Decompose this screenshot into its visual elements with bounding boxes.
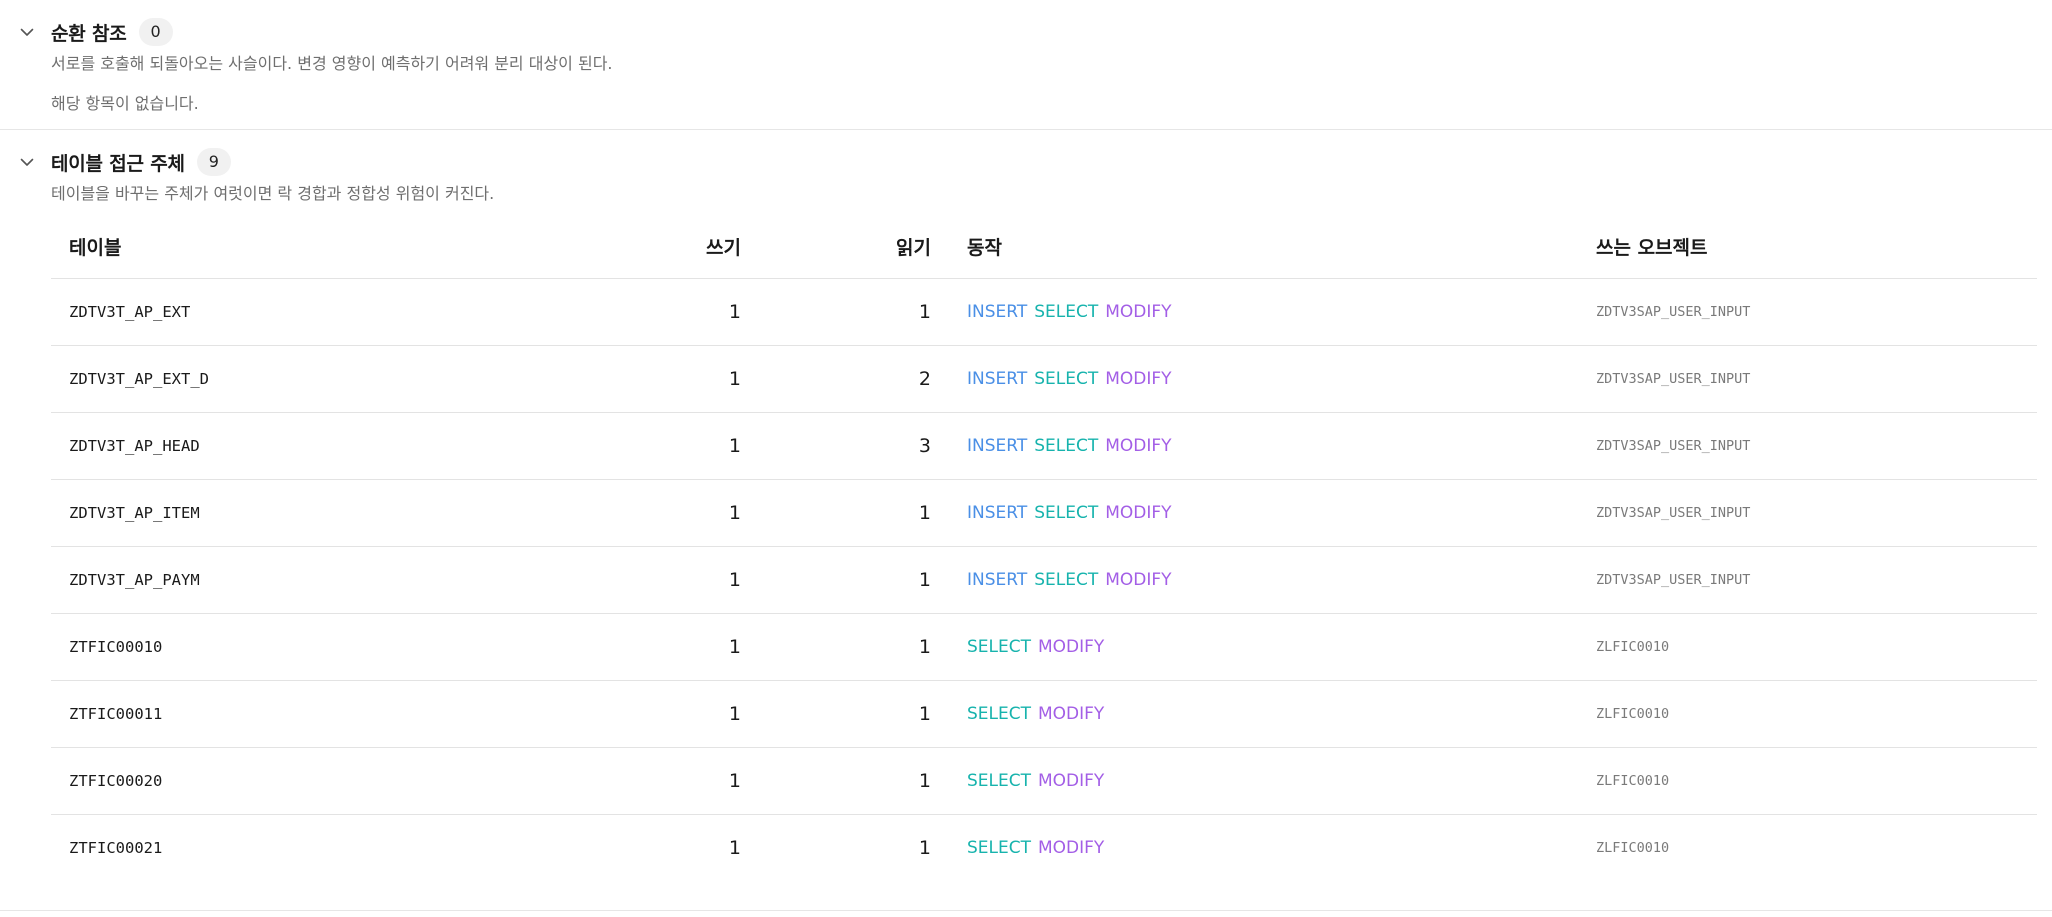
action-tag-modify: MODIFY — [1105, 570, 1172, 590]
action-tag-insert: INSERT — [967, 436, 1028, 456]
writer-object-cell: ZDTV3SAP_USER_INPUT — [1578, 412, 2037, 480]
table-row[interactable]: ZDTV3T_AP_EXT 1 1 INSERT SELECT MODIFY ZDTV3SA… — [51, 278, 2037, 346]
action-tag-modify: MODIFY — [1105, 302, 1172, 322]
write-count-cell: 1 — [569, 345, 759, 413]
actions-cell: INSERT SELECT MODIFY — [949, 412, 1578, 480]
write-count-cell: 1 — [569, 412, 759, 480]
read-count-cell: 1 — [759, 278, 949, 346]
read-count-cell: 1 — [759, 613, 949, 681]
chevron-down-icon[interactable] — [17, 22, 37, 42]
action-tag-modify: MODIFY — [1038, 771, 1105, 791]
actions-cell: SELECT MODIFY — [949, 747, 1578, 815]
read-count-cell: 1 — [759, 479, 949, 547]
table-row[interactable]: ZTFIC00011 1 1 SELECT MODIFY ZLFIC0010 — [51, 680, 2037, 748]
table-name-cell: ZDTV3T_AP_PAYM — [51, 546, 569, 614]
writer-object-cell: ZDTV3SAP_USER_INPUT — [1578, 345, 2037, 413]
write-count-cell: 1 — [569, 613, 759, 681]
table-name-cell: ZDTV3T_AP_HEAD — [51, 412, 569, 480]
action-tag-select: SELECT — [967, 637, 1031, 657]
header-table: 테이블 — [51, 214, 569, 279]
write-count-cell: 1 — [728, 837, 741, 859]
read-count-cell: 1 — [759, 546, 949, 614]
actions-cell: SELECT MODIFY — [949, 680, 1578, 748]
action-tag-insert: INSERT — [967, 302, 1028, 322]
table-row[interactable]: ZDTV3T_AP_ITEM 1 1 INSERT SELECT MODIFY ZDTV3S… — [51, 479, 2037, 547]
table-name-cell: ZDTV3T_AP_EXT — [51, 278, 569, 346]
read-count-cell: 2 — [759, 345, 949, 413]
table-name-cell: ZTFIC00011 — [51, 680, 569, 748]
circular-reference-section: 순환 참조 0 서로를 호출해 되돌아오는 사슬이다. 변경 영향이 예측하기 … — [0, 0, 2052, 130]
header-writers: 쓰는 오브젝트 — [1578, 214, 2037, 279]
read-count-cell: 3 — [759, 412, 949, 480]
table-row[interactable]: ZTFIC00021 1 1 SELECT MODIFY ZLFIC0010 — [51, 815, 2037, 882]
read-count-cell: 1 — [918, 837, 931, 859]
actions-cell: INSERT SELECT MODIFY — [949, 546, 1578, 614]
table-row[interactable]: ZDTV3T_AP_EXT_D 1 2 INSERT SELECT MODIFY ZDTV3… — [51, 345, 2037, 413]
action-tag-modify: MODIFY — [1105, 503, 1172, 523]
section-title: 테이블 접근 주체 — [51, 152, 185, 175]
writer-object-cell: ZDTV3SAP_USER_INPUT — [1578, 479, 2037, 547]
read-count-cell: 1 — [759, 747, 949, 815]
action-tag-modify: MODIFY — [1105, 369, 1172, 389]
header-read: 읽기 — [759, 214, 949, 279]
actions-cell: SELECT MODIFY — [949, 613, 1578, 681]
writer-object-cell: ZDTV3SAP_USER_INPUT — [1578, 278, 2037, 346]
table-access-header[interactable]: 테이블 접근 주체 9 — [0, 130, 2052, 176]
table-name-cell: ZTFIC00021 — [69, 839, 163, 857]
writer-object-cell: ZLFIC0010 — [1578, 680, 2037, 748]
action-tag-modify: MODIFY — [1038, 637, 1105, 657]
write-count-cell: 1 — [569, 479, 759, 547]
count-badge: 0 — [138, 18, 173, 46]
empty-state-text: 해당 항목이 없습니다. — [51, 94, 199, 113]
action-tag-modify: MODIFY — [1038, 838, 1105, 858]
table-access-section: 테이블 접근 주체 9 테이블을 바꾸는 주체가 여럿이면 락 경합과 정합성 … — [0, 130, 2052, 911]
write-count-cell: 1 — [569, 747, 759, 815]
writer-object-cell: ZLFIC0010 — [1578, 747, 2037, 815]
count-badge: 9 — [196, 148, 231, 176]
chevron-down-icon[interactable] — [17, 152, 37, 172]
table-header-row: 테이블 쓰기 읽기 동작 쓰는 오브젝트 — [51, 214, 2037, 279]
action-tag-select: SELECT — [967, 838, 1031, 858]
action-tag-insert: INSERT — [967, 369, 1028, 389]
action-tag-select: SELECT — [1034, 436, 1099, 456]
table-name-cell: ZDTV3T_AP_ITEM — [51, 479, 569, 547]
section-title: 순환 참조 — [51, 22, 127, 45]
actions-cell: INSERT SELECT MODIFY — [949, 278, 1578, 346]
action-tag-select: SELECT — [1034, 369, 1099, 389]
writer-object-cell: ZLFIC0010 — [1578, 613, 2037, 681]
actions-cell: INSERT SELECT MODIFY — [949, 345, 1578, 413]
table-row[interactable]: ZTFIC00020 1 1 SELECT MODIFY ZLFIC0010 — [51, 747, 2037, 815]
section-description: 테이블을 바꾸는 주체가 여럿이면 락 경합과 정합성 위험이 커진다. — [51, 184, 495, 203]
write-count-cell: 1 — [569, 546, 759, 614]
table-name-cell: ZTFIC00010 — [51, 613, 569, 681]
actions-cell: SELECT MODIFY — [949, 815, 1578, 882]
read-count-cell: 1 — [759, 680, 949, 748]
writer-object-cell: ZDTV3SAP_USER_INPUT — [1578, 546, 2037, 614]
table-row[interactable]: ZTFIC00010 1 1 SELECT MODIFY ZLFIC0010 — [51, 613, 2037, 681]
table-access-table: 테이블 쓰기 읽기 동작 쓰는 오브젝트 ZDTV3T_AP_EXT 1 1 INSE… — [51, 214, 2037, 881]
header-actions: 동작 — [949, 214, 1578, 279]
action-tag-modify: MODIFY — [1105, 436, 1172, 456]
circular-reference-header[interactable]: 순환 참조 0 — [0, 0, 2052, 46]
section-description: 서로를 호출해 되돌아오는 사슬이다. 변경 영향이 예측하기 어려워 분리 대… — [51, 54, 613, 73]
action-tag-insert: INSERT — [967, 570, 1028, 590]
actions-cell: INSERT SELECT MODIFY — [949, 479, 1578, 547]
action-tag-insert: INSERT — [967, 503, 1028, 523]
table-name-cell: ZDTV3T_AP_EXT_D — [51, 345, 569, 413]
table-name-cell: ZTFIC00020 — [51, 747, 569, 815]
header-write: 쓰기 — [569, 214, 759, 279]
action-tag-select: SELECT — [1034, 503, 1099, 523]
action-tag-select: SELECT — [967, 704, 1031, 724]
table-row[interactable]: ZDTV3T_AP_PAYM 1 1 INSERT SELECT MODIFY ZDTV3S… — [51, 546, 2037, 614]
write-count-cell: 1 — [569, 278, 759, 346]
action-tag-modify: MODIFY — [1038, 704, 1105, 724]
action-tag-select: SELECT — [967, 771, 1031, 791]
action-tag-select: SELECT — [1034, 302, 1099, 322]
writer-object-cell: ZLFIC0010 — [1596, 840, 1670, 856]
action-tag-select: SELECT — [1034, 570, 1099, 590]
write-count-cell: 1 — [569, 680, 759, 748]
table-row[interactable]: ZDTV3T_AP_HEAD 1 3 INSERT SELECT MODIFY ZDTV3S… — [51, 412, 2037, 480]
